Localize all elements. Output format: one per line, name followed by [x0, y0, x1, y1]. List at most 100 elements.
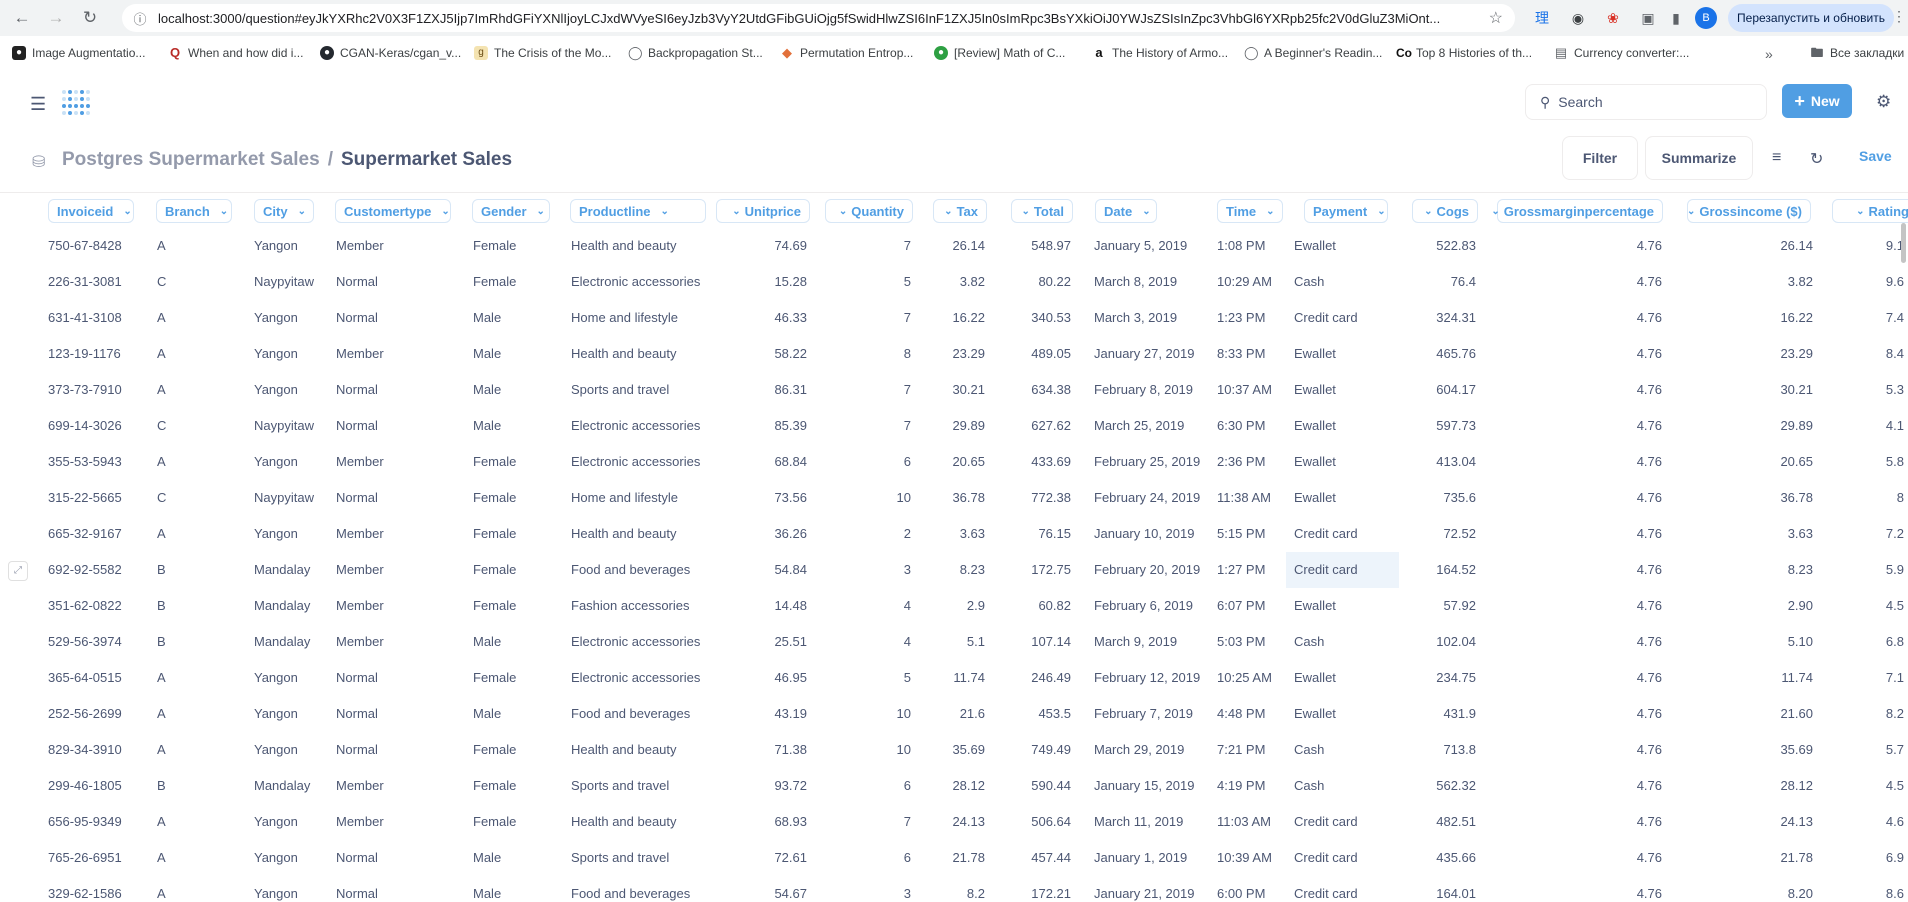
table-cell[interactable]: 164.01 [1400, 876, 1476, 902]
table-cell[interactable]: Ewallet [1294, 588, 1399, 624]
table-cell[interactable]: 252-56-2699 [48, 696, 158, 732]
table-cell[interactable]: 16.22 [1680, 300, 1813, 336]
search-input[interactable]: ⚲ Search [1525, 84, 1767, 120]
table-cell[interactable]: Yangon [254, 444, 334, 480]
table-cell[interactable]: 6.8 [1830, 624, 1904, 660]
table-cell[interactable]: 23.29 [1680, 336, 1813, 372]
save-button[interactable]: Save [1859, 148, 1892, 164]
table-cell[interactable]: 4.76 [1480, 300, 1662, 336]
table-cell[interactable]: 5 [812, 264, 911, 300]
gear-icon[interactable]: ⚙ [1876, 92, 1891, 112]
table-cell[interactable]: Normal [336, 480, 456, 516]
table-cell[interactable]: 7 [812, 372, 911, 408]
table-cell[interactable]: B [157, 624, 227, 660]
table-row[interactable]: 656-95-9349 A Yangon Member Female Health and… [0, 804, 1908, 840]
table-cell[interactable]: 36.78 [1680, 480, 1813, 516]
table-cell[interactable]: Ewallet [1294, 696, 1399, 732]
table-cell[interactable]: Yangon [254, 876, 334, 902]
table-cell[interactable]: Credit card [1294, 840, 1399, 876]
column-header[interactable]: ⌄ Tax [933, 199, 987, 223]
table-cell[interactable]: 4.76 [1480, 264, 1662, 300]
table-cell[interactable]: 529-56-3974 [48, 624, 158, 660]
table-cell[interactable]: 548.97 [1000, 228, 1071, 264]
table-cell[interactable]: 604.17 [1400, 372, 1476, 408]
table-cell[interactable]: Female [473, 516, 563, 552]
table-cell[interactable]: 26.14 [920, 228, 985, 264]
table-row[interactable]: 665-32-9167 A Yangon Member Female Health and… [0, 516, 1908, 552]
table-cell[interactable]: Normal [336, 876, 456, 902]
notebook-icon[interactable]: ≡ [1772, 149, 1781, 167]
table-cell[interactable]: 2.90 [1680, 588, 1813, 624]
table-cell[interactable]: Naypyitaw [254, 264, 334, 300]
table-cell[interactable]: A [157, 876, 227, 902]
table-cell[interactable]: 4.1 [1830, 408, 1904, 444]
table-cell[interactable]: 4.76 [1480, 732, 1662, 768]
table-cell[interactable]: 634.38 [1000, 372, 1071, 408]
table-cell[interactable]: 8.20 [1680, 876, 1813, 902]
column-header[interactable]: ⌄ Cogs [1412, 199, 1478, 223]
table-cell[interactable]: March 8, 2019 [1094, 264, 1204, 300]
table-cell[interactable]: 522.83 [1400, 228, 1476, 264]
table-cell[interactable]: 7 [812, 804, 911, 840]
table-cell[interactable]: January 15, 2019 [1094, 768, 1204, 804]
table-cell[interactable]: 3.63 [1680, 516, 1813, 552]
table-cell[interactable]: 3 [812, 876, 911, 902]
table-cell[interactable]: 20.65 [920, 444, 985, 480]
table-cell[interactable]: 172.21 [1000, 876, 1071, 902]
table-cell[interactable]: February 8, 2019 [1094, 372, 1204, 408]
table-cell[interactable]: Male [473, 696, 563, 732]
table-cell[interactable]: Male [473, 372, 563, 408]
table-cell[interactable]: 299-46-1805 [48, 768, 158, 804]
table-cell[interactable]: January 10, 2019 [1094, 516, 1204, 552]
table-cell[interactable]: 9.6 [1830, 264, 1904, 300]
bookmark-item[interactable]: ◆ Permutation Entrop... [780, 46, 913, 61]
summarize-button[interactable]: Summarize [1645, 136, 1753, 180]
table-row[interactable]: 829-34-3910 A Yangon Normal Female Health and… [0, 732, 1908, 768]
table-row[interactable]: 299-46-1805 B Mandalay Member Female Sports a… [0, 768, 1908, 804]
table-cell[interactable]: 482.51 [1400, 804, 1476, 840]
table-cell[interactable]: 4.76 [1480, 768, 1662, 804]
table-cell[interactable]: A [157, 516, 227, 552]
table-cell[interactable]: 5.9 [1830, 552, 1904, 588]
table-cell[interactable]: B [157, 588, 227, 624]
table-cell[interactable]: 8 [1830, 480, 1904, 516]
table-cell[interactable]: 6 [812, 840, 911, 876]
table-cell[interactable]: 3.63 [920, 516, 985, 552]
table-cell[interactable]: 4.76 [1480, 408, 1662, 444]
table-cell[interactable]: February 6, 2019 [1094, 588, 1204, 624]
table-cell[interactable]: 76.15 [1000, 516, 1071, 552]
table-cell[interactable]: Male [473, 624, 563, 660]
table-cell[interactable]: Normal [336, 840, 456, 876]
table-cell[interactable]: Credit card [1294, 300, 1399, 336]
table-cell[interactable]: 76.4 [1400, 264, 1476, 300]
table-row[interactable]: 631-41-3108 A Yangon Normal Male Home and lif… [0, 300, 1908, 336]
bookmark-item[interactable]: Q When and how did i... [168, 46, 303, 61]
table-cell[interactable]: March 9, 2019 [1094, 624, 1204, 660]
table-cell[interactable]: 749.49 [1000, 732, 1071, 768]
table-cell[interactable]: February 25, 2019 [1094, 444, 1204, 480]
table-cell[interactable]: 4.6 [1830, 804, 1904, 840]
table-row[interactable]: 226-31-3081 C Naypyitaw Normal Female Electro… [0, 264, 1908, 300]
table-row[interactable]: 765-26-6951 A Yangon Normal Male Sports and t… [0, 840, 1908, 876]
table-cell[interactable]: 489.05 [1000, 336, 1071, 372]
table-cell[interactable]: Normal [336, 372, 456, 408]
table-cell[interactable]: 6 [812, 768, 911, 804]
table-cell[interactable]: 10 [812, 696, 911, 732]
column-header[interactable]: Branch ⌄ [156, 199, 232, 223]
all-bookmarks[interactable]: 🖿 Все закладки [1810, 46, 1904, 61]
expand-row-icon[interactable]: ⤢ [8, 561, 28, 581]
table-cell[interactable]: 21.78 [1680, 840, 1813, 876]
column-header[interactable]: ⌄ Quantity [825, 199, 913, 223]
translate-icon[interactable]: ◉ [1568, 8, 1588, 28]
table-cell[interactable]: 68.93 [700, 804, 807, 840]
table-cell[interactable]: 80.22 [1000, 264, 1071, 300]
table-cell[interactable]: C [157, 264, 227, 300]
table-cell[interactable]: 21.78 [920, 840, 985, 876]
filter-button[interactable]: Filter [1562, 136, 1638, 180]
table-cell[interactable]: Member [336, 228, 456, 264]
site-info-icon[interactable]: ⓘ [130, 9, 150, 28]
table-cell[interactable]: 750-67-8428 [48, 228, 158, 264]
table-cell[interactable]: 123-19-1176 [48, 336, 158, 372]
table-row[interactable]: 123-19-1176 A Yangon Member Male Health and b… [0, 336, 1908, 372]
column-header[interactable]: ⌄ Total [1011, 199, 1073, 223]
